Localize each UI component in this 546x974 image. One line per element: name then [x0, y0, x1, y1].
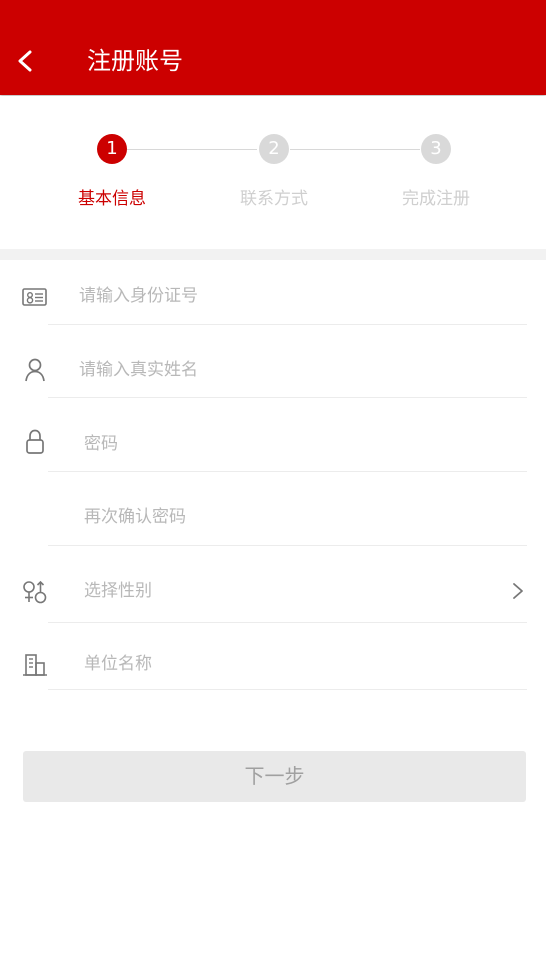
id-number-field[interactable]: 请输入身份证号: [0, 260, 546, 325]
confirm-password-placeholder: 再次确认密码: [84, 507, 186, 527]
id-number-placeholder: 请输入身份证号: [79, 286, 198, 306]
next-step-button[interactable]: 下一步: [23, 751, 526, 802]
password-placeholder: 密码: [84, 434, 118, 454]
gender-selector[interactable]: 选择性别: [0, 546, 546, 623]
real-name-placeholder: 请输入真实姓名: [79, 360, 198, 380]
chevron-left-icon: [18, 50, 32, 72]
lock-icon: [20, 427, 50, 457]
step-3-label: 完成注册: [402, 189, 470, 209]
step-3-indicator: 3: [421, 134, 451, 164]
app-header: 注册账号: [0, 0, 546, 95]
step-2-indicator: 2: [259, 134, 289, 164]
step-2-label: 联系方式: [240, 189, 308, 209]
company-placeholder: 单位名称: [84, 654, 152, 674]
section-divider: [0, 249, 546, 260]
building-icon: [20, 650, 50, 680]
step-connector: [290, 149, 420, 150]
step-1-indicator: 1: [97, 134, 127, 164]
gender-icon: [20, 578, 50, 608]
password-field[interactable]: 密码: [0, 398, 546, 472]
field-divider: [48, 689, 527, 690]
company-field[interactable]: 单位名称: [0, 623, 546, 690]
step-connector: [127, 149, 257, 150]
id-card-icon: [20, 282, 50, 312]
chevron-right-icon: [510, 579, 526, 603]
gender-placeholder: 选择性别: [84, 581, 152, 601]
registration-steps: 1 2 3 基本信息 联系方式 完成注册: [0, 96, 546, 249]
step-1-label: 基本信息: [78, 189, 146, 209]
user-icon: [20, 355, 50, 385]
back-button[interactable]: [10, 42, 44, 80]
real-name-field[interactable]: 请输入真实姓名: [0, 325, 546, 398]
page-title: 注册账号: [87, 47, 183, 75]
confirm-password-field[interactable]: 再次确认密码: [0, 472, 546, 546]
